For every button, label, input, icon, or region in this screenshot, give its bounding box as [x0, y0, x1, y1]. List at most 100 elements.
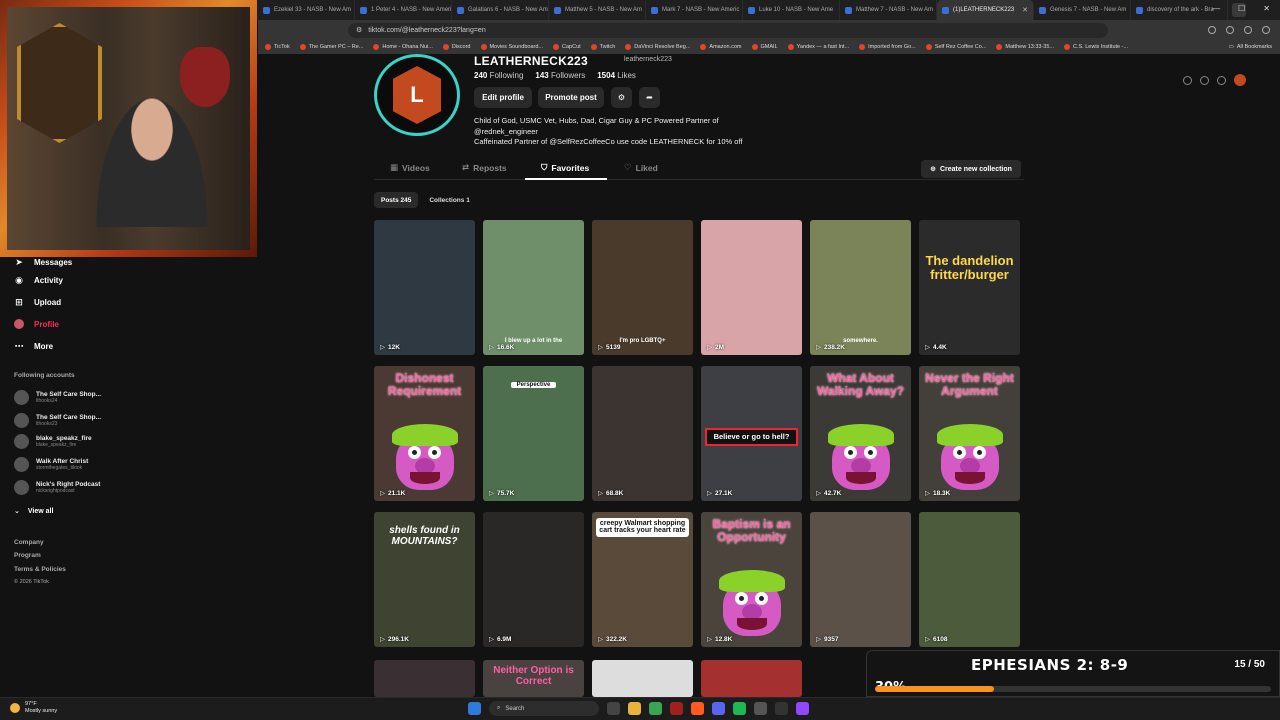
video-card[interactable]: The dandelion fritter/burger ▷ 4.4K: [919, 220, 1020, 355]
sidebar-item-activity[interactable]: ◉ Activity: [14, 275, 63, 285]
sidebar-icon[interactable]: [1226, 26, 1234, 34]
bookmark-item[interactable]: The Gamer PC – Re...: [295, 40, 369, 54]
video-card[interactable]: I blew up a lot in the ▷ 16.6K: [483, 220, 584, 355]
subtab-posts[interactable]: Posts 245: [374, 192, 419, 208]
download-app-icon[interactable]: [1217, 75, 1226, 85]
video-card[interactable]: ▷ 6.9M: [483, 512, 584, 647]
sidebar-item-profile[interactable]: Profile: [14, 319, 59, 329]
extensions-icon[interactable]: [1208, 26, 1216, 34]
video-card[interactable]: [374, 660, 475, 697]
bookmark-item[interactable]: Matthew 13:33-35...: [991, 40, 1059, 54]
tab-liked[interactable]: ♡ Liked: [624, 162, 658, 173]
settings-button[interactable]: ⚙: [611, 87, 632, 108]
share-button[interactable]: ➦: [639, 87, 660, 108]
video-card[interactable]: ▷ 2M: [701, 220, 802, 355]
close-tab-icon[interactable]: ✕: [1022, 6, 1028, 14]
download-icon[interactable]: [1244, 26, 1252, 34]
site-info-icon[interactable]: ⚙: [356, 26, 362, 34]
start-icon[interactable]: [468, 702, 481, 715]
browser-tab[interactable]: Genesis 7 - NASB - New Am: [1034, 0, 1131, 20]
sidebar-item-upload[interactable]: ⊞ Upload: [14, 297, 61, 307]
promote-post-button[interactable]: Promote post: [538, 87, 604, 108]
bookmark-item[interactable]: Imported from Go...: [854, 40, 921, 54]
browser-tab[interactable]: Galatians 6 - NASB - New Am: [452, 0, 549, 20]
video-card[interactable]: Baptism is an Opportunity ▷ 12.8K: [701, 512, 802, 647]
profile-avatar[interactable]: L: [374, 54, 460, 136]
spotify-icon[interactable]: [733, 702, 746, 715]
profile-icon[interactable]: [1262, 26, 1270, 34]
following-account[interactable]: Nick's Right Podcast nicksrightpodcast: [14, 480, 100, 495]
tab-favorites[interactable]: ⛉ Favorites: [541, 162, 589, 173]
minimize-icon[interactable]: —: [1212, 4, 1220, 13]
bookmark-item[interactable]: CapCut: [548, 40, 586, 54]
bookmark-item[interactable]: Home - Ohana Nui...: [368, 40, 437, 54]
app-icon[interactable]: [670, 702, 683, 715]
video-card[interactable]: [592, 660, 693, 697]
browser-tab[interactable]: Mark 7 - NASB - New Americ: [646, 0, 743, 20]
bookmark-item[interactable]: GMAIL: [747, 40, 783, 54]
bookmark-item[interactable]: Yandex — a fast Int...: [783, 40, 854, 54]
subtab-collections[interactable]: Collections 1: [422, 192, 476, 208]
user-avatar-icon[interactable]: [1234, 74, 1246, 86]
bookmark-item[interactable]: C.S. Lewis Institute -...: [1059, 40, 1133, 54]
file-explorer-icon[interactable]: [628, 702, 641, 715]
brave-icon[interactable]: [691, 702, 704, 715]
bookmark-item[interactable]: Self Rez Coffee Co...: [921, 40, 992, 54]
footer-program[interactable]: Program: [14, 552, 41, 559]
bookmark-item[interactable]: Amazon.com: [695, 40, 746, 54]
bookmark-item[interactable]: DaVinci Resolve Beg...: [620, 40, 695, 54]
browser-tab[interactable]: Luke 10 - NASB - New Ame: [743, 0, 840, 20]
resolve-icon[interactable]: [775, 702, 788, 715]
video-card[interactable]: What About Walking Away? ▷ 42.7K: [810, 366, 911, 501]
browser-tab[interactable]: (1)LEATHERNECK223 ✕: [937, 0, 1034, 20]
video-card[interactable]: ▷ 9357: [810, 512, 911, 647]
browser-tab[interactable]: Matthew 5 - NASB - New Am: [549, 0, 646, 20]
tab-reposts[interactable]: ⇄ Reposts: [462, 162, 507, 173]
browser-tab[interactable]: Matthew 7 - NASB - New Am: [840, 0, 937, 20]
browser-tab[interactable]: Ezekiel 33 - NASB - New Am: [258, 0, 355, 20]
edit-profile-button[interactable]: Edit profile: [474, 87, 532, 108]
task-view-icon[interactable]: [607, 702, 620, 715]
video-card[interactable]: [701, 660, 802, 697]
video-card[interactable]: Perspective ▷ 75.7K: [483, 366, 584, 501]
followers-stat[interactable]: 143 Followers: [535, 71, 585, 80]
twitch-icon[interactable]: [796, 702, 809, 715]
taskbar-search[interactable]: ⌕ Search: [489, 701, 599, 716]
bookmark-item[interactable]: Twitch: [586, 40, 621, 54]
video-card[interactable]: shells found in MOUNTAINS? ▷ 296.1K: [374, 512, 475, 647]
following-account[interactable]: blake_speakz_fire blake_speakz_fire: [14, 434, 92, 449]
following-account[interactable]: The Self Care Shop... lthooks23: [14, 413, 101, 428]
sidebar-item-more[interactable]: ⋯ More: [14, 341, 54, 351]
tab-videos[interactable]: ▦ Videos: [390, 162, 430, 173]
maximize-icon[interactable]: ☐: [1238, 4, 1245, 13]
weather-widget[interactable]: 97°F Mostly sunny: [10, 701, 57, 715]
create-collection-button[interactable]: ⊕ Create new collection: [921, 160, 1021, 178]
footer-terms[interactable]: Terms & Policies: [14, 566, 66, 573]
video-card[interactable]: ▷ 12K: [374, 220, 475, 355]
bookmark-item[interactable]: Discord: [438, 40, 476, 54]
following-account[interactable]: The Self Care Shop... lthooks24: [14, 390, 101, 405]
following-stat[interactable]: 240 Following: [474, 71, 523, 80]
video-card[interactable]: Never the Right Argument ▷ 18.3K: [919, 366, 1020, 501]
phone-icon[interactable]: [1200, 75, 1209, 85]
close-icon[interactable]: ✕: [1263, 4, 1270, 13]
browser-tab[interactable]: 1 Peter 4 - NASB - New American: [355, 0, 452, 20]
compass-icon[interactable]: [1183, 75, 1192, 85]
obs-icon[interactable]: [754, 702, 767, 715]
following-account[interactable]: Walk After Christ stormthegates_tiktok: [14, 457, 88, 472]
video-card[interactable]: I'm pro LGBTQ+ ▷ 5139: [592, 220, 693, 355]
video-card[interactable]: somewhere. ▷ 238.2K: [810, 220, 911, 355]
chrome-icon[interactable]: [649, 702, 662, 715]
video-card[interactable]: ▷ 68.8K: [592, 366, 693, 501]
video-card[interactable]: Believe or go to hell? ▷ 27.1K: [701, 366, 802, 501]
bookmark-item[interactable]: Movies Soundboard...: [476, 40, 549, 54]
url-field[interactable]: ⚙ tiktok.com/@leatherneck223?lang=en: [348, 22, 1108, 38]
bookmark-item[interactable]: TicTok: [260, 40, 295, 54]
video-card[interactable]: Dishonest Requirement ▷ 21.1K: [374, 366, 475, 501]
video-card[interactable]: Neither Option is Correct: [483, 660, 584, 697]
all-bookmarks[interactable]: ▭ All Bookmarks: [1224, 40, 1280, 54]
discord-icon[interactable]: [712, 702, 725, 715]
video-card[interactable]: ▷ 6108: [919, 512, 1020, 647]
video-card[interactable]: creepy Walmart shopping cart tracks your…: [592, 512, 693, 647]
sidebar-item-messages[interactable]: ➤ Messages: [14, 257, 72, 267]
